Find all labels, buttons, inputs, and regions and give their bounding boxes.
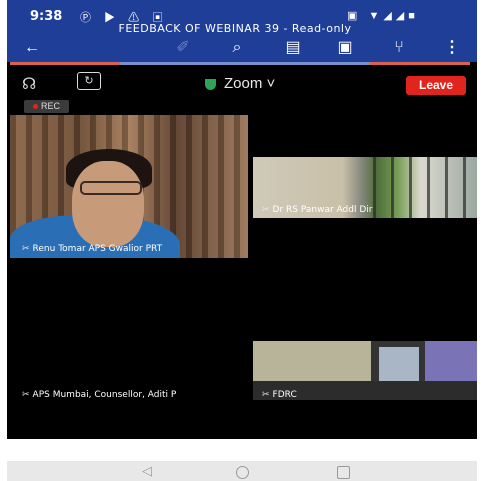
participant-name-label: ✂ FDRC [262,390,297,400]
muted-mic-icon: ✂ [22,244,30,254]
muted-mic-icon: ✂ [22,390,30,400]
camera-flip-icon[interactable]: ↻ [77,72,101,90]
participant-name-label: ✂ Renu Tomar APS Gwalior PRT [22,244,162,254]
zoom-title[interactable]: Zoom ˅ [224,75,275,92]
edit-pen-icon[interactable]: ✐ [172,38,194,58]
recording-label: REC [40,101,60,111]
participant-face [72,161,144,247]
signal-battery-icons: ▣ ▼◢◢■ [347,10,419,22]
participant-name: Renu Tomar APS Gwalior PRT [32,244,163,254]
window-grill [373,157,477,218]
more-options-icon[interactable]: ⋮ [441,38,463,58]
muted-mic-icon: ✂ [262,205,270,215]
save-icon[interactable]: ▣ [334,38,356,58]
recording-badge: REC [24,100,69,113]
participant-name-label: ✂ APS Mumbai, Counsellor, Aditi P [22,390,176,400]
document-view-icon[interactable]: ▤ [282,38,304,58]
record-dot-icon [32,104,38,110]
leave-button[interactable]: Leave [406,76,466,95]
video-tile-main[interactable] [10,115,248,258]
participant-name-label: ✂ Dr RS Panwar Addl Dir [262,205,372,215]
muted-mic-icon: ✂ [262,390,270,400]
participant-name: APS Mumbai, Counsellor, Aditi P [32,390,177,400]
nav-recents-icon[interactable] [337,466,350,479]
nav-home-icon[interactable] [236,466,249,479]
poster-image [253,341,371,381]
document-title: FEEDBACK OF WEBINAR 39 - Read-only [118,22,352,35]
participant-name: FDRC [272,390,297,400]
poster-image [425,341,477,383]
share-icon[interactable]: ⑂ [388,38,410,58]
back-arrow-icon[interactable]: ← [21,38,43,58]
security-shield-icon [205,79,216,90]
participant-glasses [80,181,142,195]
nav-back-icon[interactable]: ◁ [142,463,152,479]
poster-image [379,347,419,383]
participant-name: Dr RS Panwar Addl Dir [272,205,373,215]
progress-accent-line-secondary [120,62,370,65]
search-icon[interactable]: ⌕ [226,38,248,58]
audio-icon[interactable]: ☊ [22,74,36,94]
